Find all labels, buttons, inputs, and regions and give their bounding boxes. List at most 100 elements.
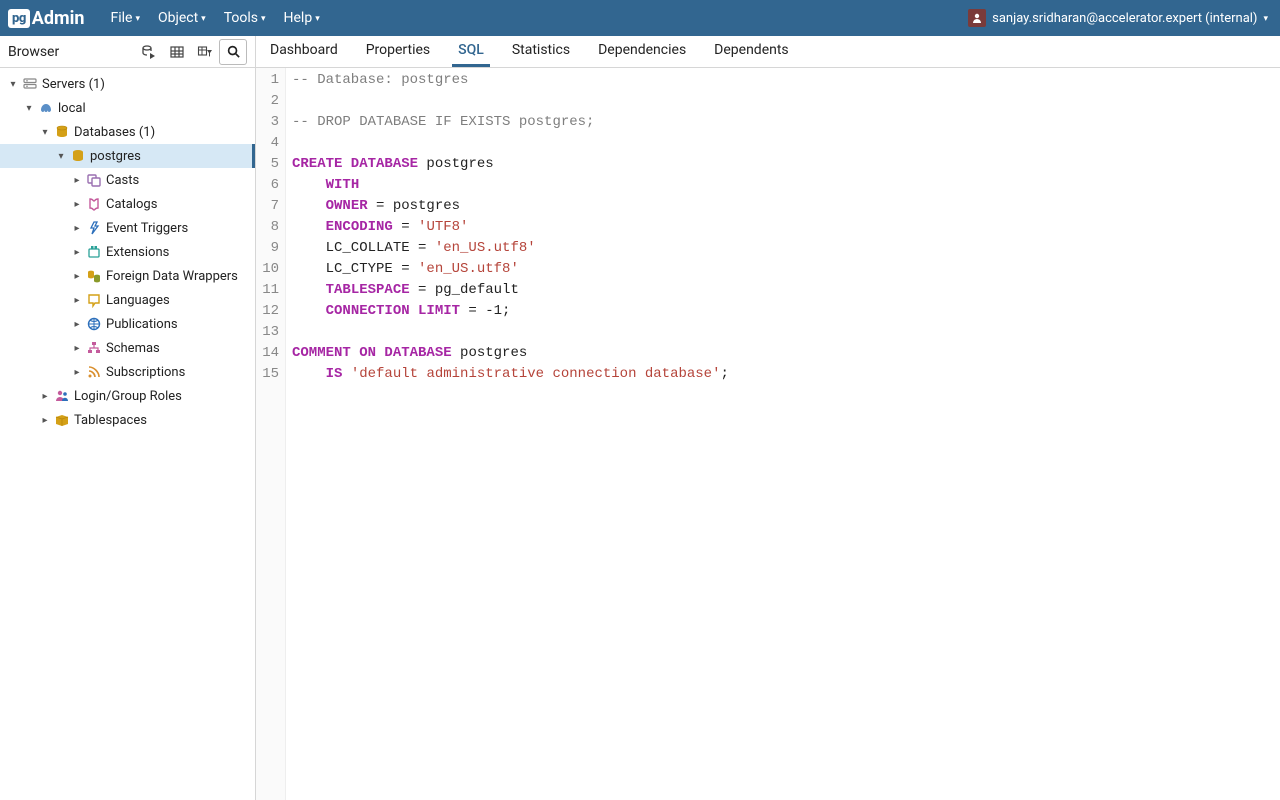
menu-file[interactable]: File▾ — [102, 6, 148, 30]
chevron-down-icon: ▾ — [201, 14, 206, 24]
schemas-icon — [86, 340, 102, 356]
chevron-down-icon: ▾ — [1263, 14, 1268, 24]
tree-login-roles[interactable]: ▸ Login/Group Roles — [0, 384, 255, 408]
code-line: ENCODING = 'UTF8' — [292, 217, 729, 238]
menu-help[interactable]: Help▾ — [276, 6, 328, 30]
top-bar: pg Admin File▾ Object▾ Tools▾ Help▾ sanj… — [0, 0, 1280, 36]
code-line: WITH — [292, 175, 729, 196]
chevron-right-icon[interactable]: ▸ — [70, 247, 84, 258]
sql-editor[interactable]: 123456789101112131415 -- Database: postg… — [256, 68, 1280, 800]
main-content: Dashboard Properties SQL Statistics Dependen… — [256, 36, 1280, 800]
chevron-down-icon[interactable]: ▾ — [54, 151, 68, 162]
chevron-down-icon: ▾ — [261, 14, 266, 24]
code-line: CONNECTION LIMIT = -1; — [292, 301, 729, 322]
tree-item-extensions[interactable]: ▸Extensions — [0, 240, 255, 264]
elephant-icon — [38, 100, 54, 116]
tab-properties[interactable]: Properties — [360, 36, 436, 67]
tree-item-casts[interactable]: ▸Casts — [0, 168, 255, 192]
filter-rows-icon — [197, 44, 213, 60]
tab-dashboard[interactable]: Dashboard — [264, 36, 344, 67]
chevron-right-icon[interactable]: ▸ — [70, 175, 84, 186]
tree-item-catalogs[interactable]: ▸Catalogs — [0, 192, 255, 216]
tree-server-local[interactable]: ▾ local — [0, 96, 255, 120]
languages-icon — [86, 292, 102, 308]
chevron-down-icon[interactable]: ▾ — [6, 79, 20, 90]
browser-title: Browser — [8, 44, 135, 60]
code-line: LC_COLLATE = 'en_US.utf8' — [292, 238, 729, 259]
tree-item-foreign-data-wrappers[interactable]: ▸Foreign Data Wrappers — [0, 264, 255, 288]
code-line: TABLESPACE = pg_default — [292, 280, 729, 301]
user-menu[interactable]: sanjay.sridharan@accelerator.expert (int… — [964, 7, 1272, 29]
tree-item-publications[interactable]: ▸Publications — [0, 312, 255, 336]
tablespace-icon — [54, 412, 70, 428]
tab-dependencies[interactable]: Dependencies — [592, 36, 692, 67]
line-gutter: 123456789101112131415 — [256, 68, 286, 800]
query-tool-button[interactable] — [135, 39, 163, 65]
foreign-data-wrappers-icon — [86, 268, 102, 284]
tree-databases[interactable]: ▾ Databases (1) — [0, 120, 255, 144]
database-play-icon — [141, 44, 157, 60]
code-line: IS 'default administrative connection da… — [292, 364, 729, 385]
search-icon — [226, 44, 241, 59]
code-line: -- Database: postgres — [292, 70, 729, 91]
tab-dependents[interactable]: Dependents — [708, 36, 794, 67]
chevron-right-icon[interactable]: ▸ — [38, 415, 52, 426]
tree-database-postgres[interactable]: ▾ postgres — [0, 144, 255, 168]
tab-sql[interactable]: SQL — [452, 36, 490, 67]
casts-icon — [86, 172, 102, 188]
code-line — [292, 133, 729, 154]
search-objects-button[interactable] — [219, 39, 247, 65]
tab-statistics[interactable]: Statistics — [506, 36, 576, 67]
code-line: LC_CTYPE = 'en_US.utf8' — [292, 259, 729, 280]
object-tree[interactable]: ▾ Servers (1) ▾ local ▾ Databases (1) ▾ … — [0, 68, 255, 800]
chevron-right-icon[interactable]: ▸ — [70, 223, 84, 234]
extensions-icon — [86, 244, 102, 260]
chevron-right-icon[interactable]: ▸ — [70, 319, 84, 330]
browser-header: Browser — [0, 36, 255, 68]
user-icon — [968, 9, 986, 27]
chevron-right-icon[interactable]: ▸ — [70, 199, 84, 210]
tree-servers[interactable]: ▾ Servers (1) — [0, 72, 255, 96]
tree-item-schemas[interactable]: ▸Schemas — [0, 336, 255, 360]
tree-item-event-triggers[interactable]: ▸Event Triggers — [0, 216, 255, 240]
code-line — [292, 91, 729, 112]
chevron-down-icon[interactable]: ▾ — [38, 127, 52, 138]
database-icon — [70, 148, 86, 164]
code-line: -- DROP DATABASE IF EXISTS postgres; — [292, 112, 729, 133]
chevron-down-icon[interactable]: ▾ — [22, 103, 36, 114]
chevron-down-icon: ▾ — [135, 14, 140, 24]
code-line: OWNER = postgres — [292, 196, 729, 217]
code-line: CREATE DATABASE postgres — [292, 154, 729, 175]
user-label: sanjay.sridharan@accelerator.expert (int… — [992, 11, 1257, 26]
chevron-right-icon[interactable]: ▸ — [70, 271, 84, 282]
browser-sidebar: Browser ▾ Servers (1) — [0, 36, 256, 800]
tree-item-languages[interactable]: ▸Languages — [0, 288, 255, 312]
menu-object[interactable]: Object▾ — [150, 6, 214, 30]
chevron-right-icon[interactable]: ▸ — [70, 367, 84, 378]
chevron-right-icon[interactable]: ▸ — [70, 295, 84, 306]
code-line: COMMENT ON DATABASE postgres — [292, 343, 729, 364]
app-logo[interactable]: pg Admin — [8, 8, 84, 29]
filter-rows-button[interactable] — [191, 39, 219, 65]
servers-icon — [22, 76, 38, 92]
browser-toolbar — [135, 39, 247, 65]
tree-item-subscriptions[interactable]: ▸Subscriptions — [0, 360, 255, 384]
detail-tabs: Dashboard Properties SQL Statistics Dependen… — [256, 36, 1280, 68]
publications-icon — [86, 316, 102, 332]
subscriptions-icon — [86, 364, 102, 380]
table-icon — [169, 44, 185, 60]
chevron-right-icon[interactable]: ▸ — [38, 391, 52, 402]
catalogs-icon — [86, 196, 102, 212]
chevron-right-icon[interactable]: ▸ — [70, 343, 84, 354]
menu-tools[interactable]: Tools▾ — [216, 6, 274, 30]
logo-badge: pg — [8, 9, 30, 28]
roles-icon — [54, 388, 70, 404]
tree-tablespaces[interactable]: ▸ Tablespaces — [0, 408, 255, 432]
main-menu: File▾ Object▾ Tools▾ Help▾ — [102, 6, 327, 30]
app-name: Admin — [32, 8, 85, 29]
code-area[interactable]: -- Database: postgres -- DROP DATABASE I… — [286, 68, 729, 800]
event-triggers-icon — [86, 220, 102, 236]
database-group-icon — [54, 124, 70, 140]
chevron-down-icon: ▾ — [315, 14, 320, 24]
view-data-button[interactable] — [163, 39, 191, 65]
